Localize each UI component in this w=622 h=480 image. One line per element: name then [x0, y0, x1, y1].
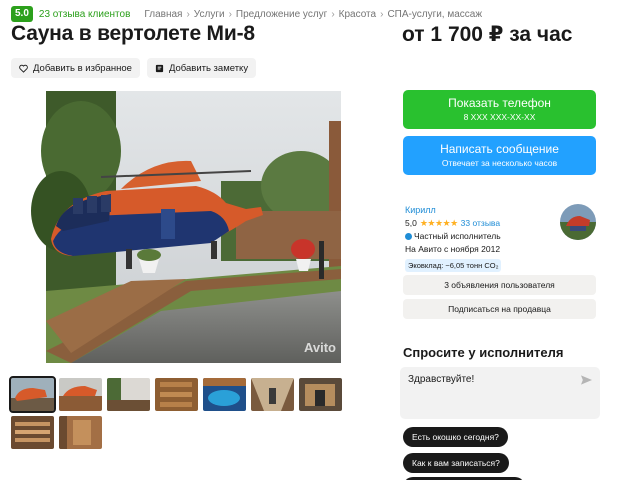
seller-listings-button[interactable]: 3 объявления пользователя — [403, 275, 596, 295]
add-note-label: Добавить заметку — [168, 62, 249, 74]
show-phone-button[interactable]: Показать телефон 8 XXX XXX-XX-XX — [403, 90, 596, 129]
avatar-image — [560, 204, 596, 240]
send-icon[interactable] — [581, 375, 592, 385]
page-title: Сауна в вертолете Ми-8 — [11, 22, 255, 45]
show-phone-label: Показать телефон — [448, 96, 551, 110]
eco-badge[interactable]: Эковклад: −6,05 тонн CO₂ — [405, 259, 502, 272]
thumbnail-image — [299, 378, 342, 411]
breadcrumb-item[interactable]: Услуги — [194, 9, 225, 20]
verified-icon — [405, 233, 412, 241]
thumbnail-image — [11, 378, 54, 411]
thumbnail[interactable] — [59, 416, 102, 449]
thumbnail[interactable] — [155, 378, 198, 411]
add-to-favorites-button[interactable]: Добавить в избранное — [11, 58, 140, 78]
seller-reviews-link[interactable]: 33 отзыва — [461, 217, 500, 230]
thumbnail-image — [251, 378, 294, 411]
thumbnail[interactable] — [11, 416, 54, 449]
breadcrumb-item[interactable]: Главная — [144, 9, 182, 20]
top-bar: 5.0 23 отзыва клиентов Главная › Услуги … — [11, 6, 482, 22]
thumbnail-image — [59, 378, 102, 411]
star-rating-icon: ★★★★★ — [419, 218, 458, 228]
thumbnail-image — [203, 378, 246, 411]
seller-rating-value: 5,0 — [405, 218, 417, 228]
write-message-button[interactable]: Написать сообщение Отвечает за несколько… — [403, 136, 596, 175]
thumbnail[interactable] — [203, 378, 246, 411]
seller-rating: 5,0 ★★★★★ 33 отзыва — [405, 217, 555, 230]
breadcrumb-separator-icon: › — [380, 8, 384, 20]
avito-watermark: Avito — [303, 340, 336, 355]
reviews-link[interactable]: 23 отзыва клиентов — [39, 9, 130, 20]
message-input-text: Здравствуйте! — [408, 374, 475, 385]
add-note-button[interactable]: Добавить заметку — [146, 58, 257, 78]
thumbnail-image — [155, 378, 198, 411]
thumbnail[interactable] — [9, 376, 56, 413]
quick-question-button[interactable]: Как к вам записаться? — [403, 453, 509, 473]
write-message-label: Написать сообщение — [440, 142, 559, 156]
quick-question-button[interactable]: Есть окошко сегодня? — [403, 427, 508, 447]
breadcrumb-item[interactable]: Красота — [339, 9, 376, 20]
thumbnail-strip — [9, 376, 351, 449]
thumbnail-image — [11, 416, 54, 449]
seller-since: На Авито с ноября 2012 — [405, 244, 501, 254]
breadcrumb-separator-icon: › — [228, 8, 232, 20]
rating-badge: 5.0 — [11, 6, 33, 22]
main-photo[interactable]: Avito — [11, 91, 376, 363]
message-input[interactable]: Здравствуйте! — [400, 367, 600, 419]
heart-icon — [19, 64, 28, 73]
seller-avatar[interactable] — [560, 204, 596, 240]
price: от 1 700 ₽ за час — [402, 23, 573, 46]
phone-masked: 8 XXX XXX-XX-XX — [463, 112, 536, 122]
seller-info: Кирилл 5,0 ★★★★★ 33 отзыва Частный испол… — [405, 204, 555, 272]
seller-type-label: Частный исполнитель — [414, 231, 501, 241]
breadcrumb-item[interactable]: Предложение услуг — [236, 9, 327, 20]
thumbnail-image — [107, 378, 150, 411]
seller-name[interactable]: Кирилл — [405, 204, 555, 217]
breadcrumb: Главная › Услуги › Предложение услуг › К… — [144, 9, 482, 20]
breadcrumb-separator-icon: › — [186, 8, 190, 20]
add-to-favorites-label: Добавить в избранное — [33, 62, 132, 74]
helicopter-sauna-photo — [11, 91, 376, 363]
subscribe-seller-button[interactable]: Подписаться на продавца — [403, 299, 596, 319]
breadcrumb-separator-icon: › — [331, 8, 335, 20]
breadcrumb-item[interactable]: СПА-услуги, массаж — [387, 9, 482, 20]
action-buttons: Добавить в избранное Добавить заметку — [11, 58, 257, 78]
ask-section-title: Спросите у исполнителя — [403, 345, 564, 360]
thumbnail[interactable] — [107, 378, 150, 411]
thumbnail[interactable] — [59, 378, 102, 411]
response-time: Отвечает за несколько часов — [441, 158, 558, 168]
seller-type: Частный исполнитель — [405, 230, 555, 243]
thumbnail-image — [59, 416, 102, 449]
thumbnail[interactable] — [299, 378, 342, 411]
note-icon — [155, 64, 164, 72]
thumbnail[interactable] — [251, 378, 294, 411]
